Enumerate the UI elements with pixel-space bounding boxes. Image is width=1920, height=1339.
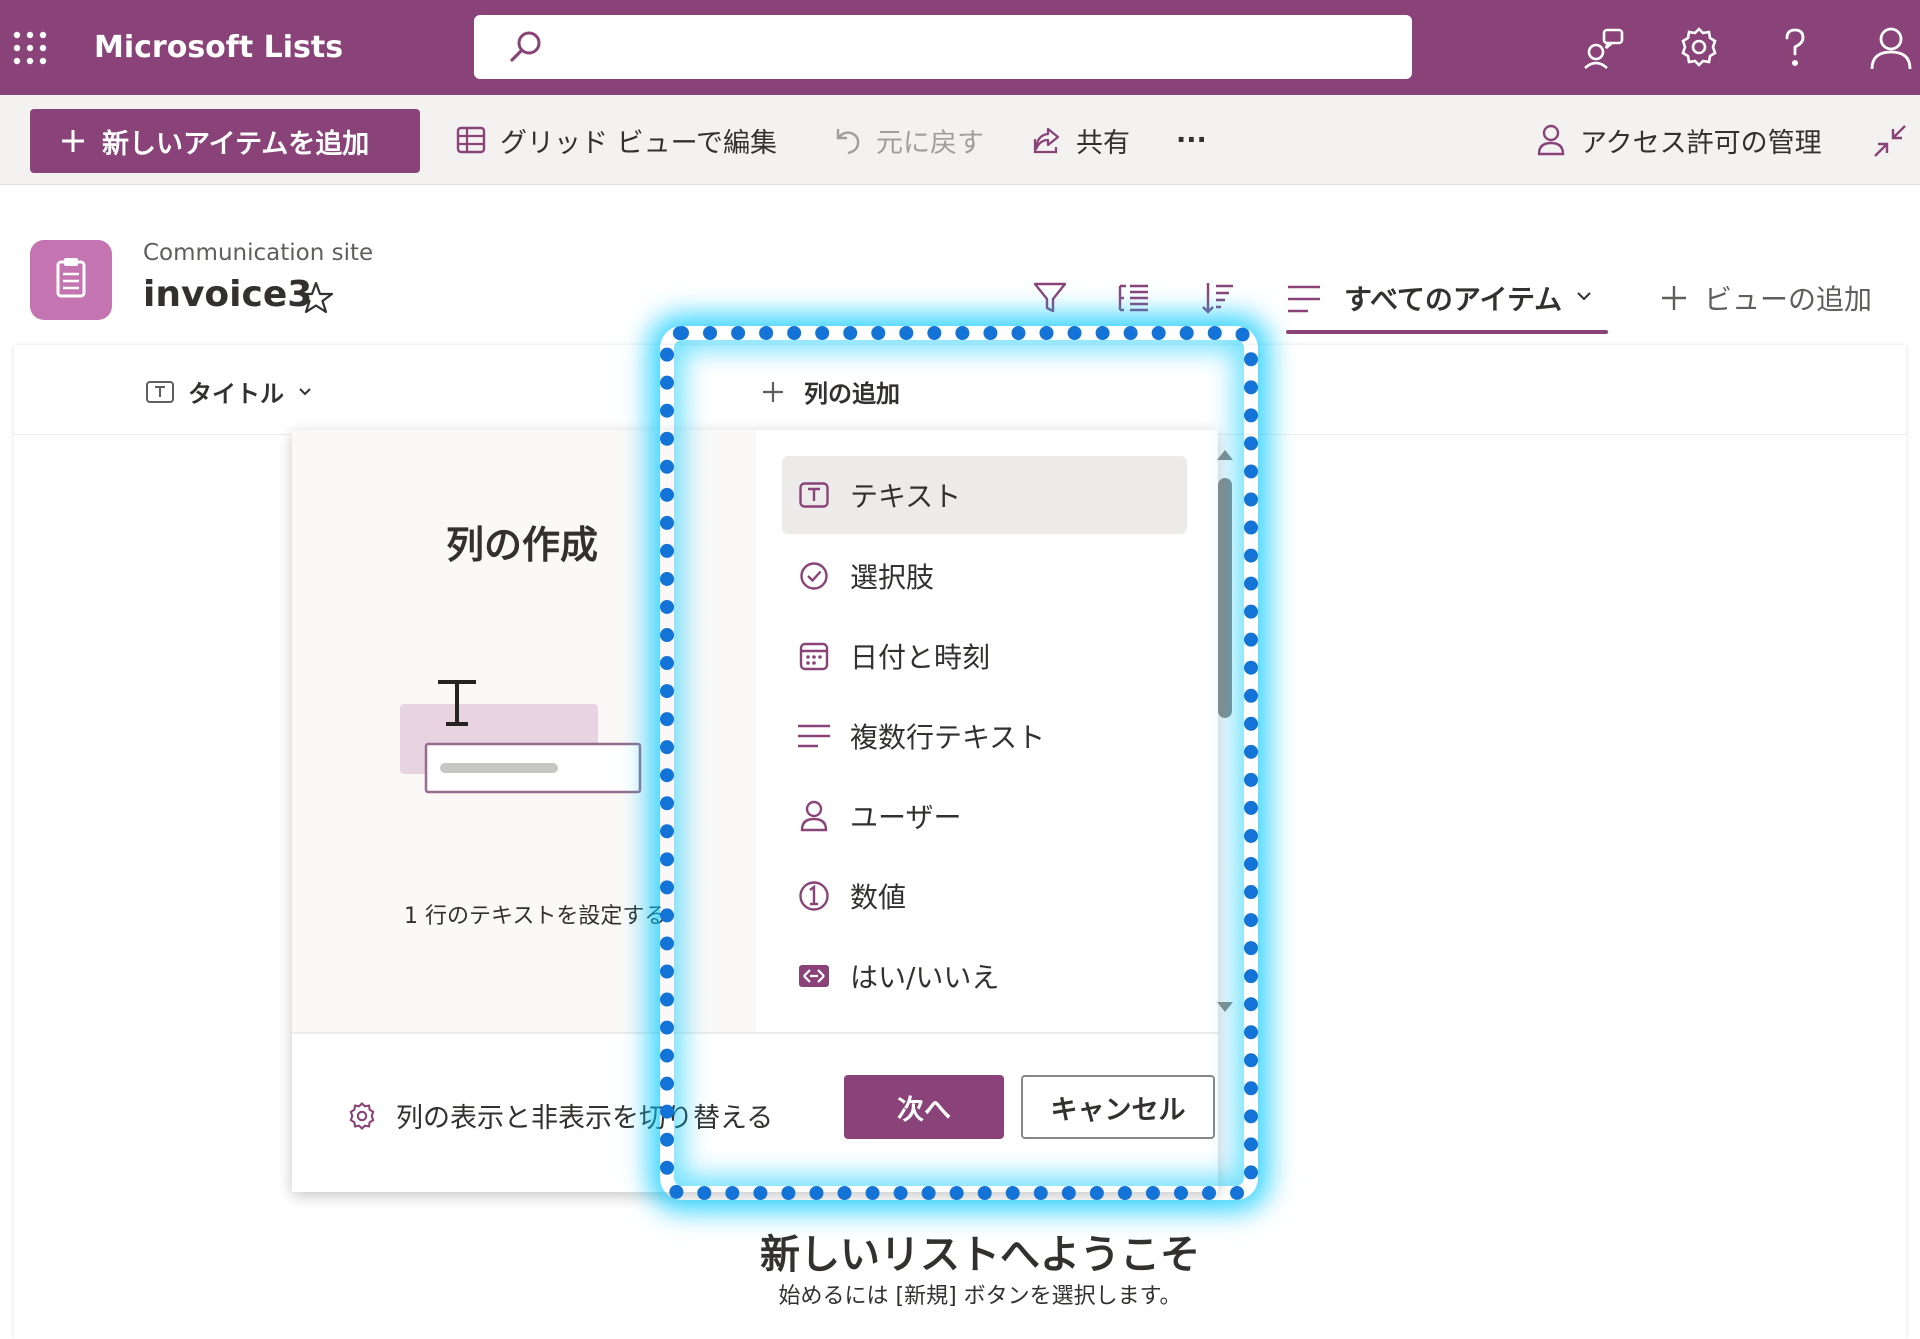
app-title[interactable]: Microsoft Lists <box>94 24 343 72</box>
title-column-label: タイトル <box>188 380 284 408</box>
command-bar: 新しいアイテムを追加 グリッド ビューで編集 元に戻す 共有 ··· アクセス許… <box>0 95 1920 185</box>
column-type-yes-no[interactable]: はい/いいえ <box>782 937 1187 1015</box>
grid-icon <box>456 126 486 154</box>
toggle-columns-link[interactable]: 列の表示と非表示を切り替える <box>346 1096 773 1135</box>
filter-icon[interactable] <box>1032 280 1068 316</box>
text-box-icon <box>146 380 174 403</box>
add-view-button[interactable]: ビューの追加 <box>1660 278 1872 318</box>
app-launcher-icon[interactable] <box>12 30 48 66</box>
calendar-icon <box>796 638 832 674</box>
plus-icon <box>62 130 84 152</box>
toggle-icon <box>796 958 832 994</box>
column-type-label: はい/いいえ <box>850 961 1000 994</box>
person-icon <box>796 798 832 834</box>
grid-edit-label: グリッド ビューで編集 <box>500 127 777 159</box>
new-item-button[interactable]: 新しいアイテムを追加 <box>30 109 420 173</box>
suite-bar: Microsoft Lists <box>0 0 1920 95</box>
dialog-footer-divider <box>292 1032 1218 1034</box>
person-icon <box>1537 124 1565 156</box>
favorite-star-icon[interactable] <box>298 280 334 316</box>
grid-edit-button[interactable]: グリッド ビューで編集 <box>456 115 777 165</box>
list-title: invoice3 <box>143 274 313 315</box>
chevron-down-icon <box>299 387 311 395</box>
manage-access-label: アクセス許可の管理 <box>1580 127 1822 159</box>
text-column-illustration <box>396 672 646 802</box>
search-icon <box>508 29 544 65</box>
share-icon <box>1033 127 1060 154</box>
column-type-label: 日付と時刻 <box>850 641 991 674</box>
search-box[interactable] <box>474 15 1412 79</box>
column-type-label: 選択肢 <box>850 561 935 594</box>
collapse-icon[interactable] <box>1872 123 1908 159</box>
search-input[interactable] <box>554 25 1394 69</box>
column-type-text[interactable]: テキスト <box>782 456 1187 534</box>
column-type-person[interactable]: ユーザー <box>782 777 1187 855</box>
account-person-icon[interactable] <box>1868 24 1914 70</box>
number-circle-icon <box>796 878 832 914</box>
add-column-label: 列の追加 <box>804 380 900 408</box>
add-view-label: ビューの追加 <box>1704 283 1873 316</box>
feedback-icon[interactable] <box>1580 24 1626 70</box>
add-column-button[interactable]: 列の追加 <box>762 374 900 409</box>
undo-button[interactable]: 元に戻す <box>832 115 984 165</box>
new-item-label: 新しいアイテムを追加 <box>102 128 370 160</box>
column-type-label: ユーザー <box>850 801 962 834</box>
chevron-down-icon <box>1577 292 1591 301</box>
column-type-datetime[interactable]: 日付と時刻 <box>782 617 1187 695</box>
active-view-indicator <box>1286 330 1608 334</box>
toggle-columns-label: 列の表示と非表示を切り替える <box>396 1103 774 1134</box>
plus-icon <box>763 381 783 402</box>
help-icon[interactable] <box>1772 24 1818 70</box>
title-column-header[interactable]: タイトル <box>146 374 312 409</box>
dialog-title: 列の作成 <box>446 523 599 567</box>
cancel-button[interactable]: キャンセル <box>1021 1075 1215 1139</box>
column-type-label: 複数行テキスト <box>850 721 1046 754</box>
column-type-label: テキスト <box>850 480 962 513</box>
next-button[interactable]: 次へ <box>844 1075 1004 1139</box>
list-icon <box>30 240 112 320</box>
welcome-title: 新しいリストへようこそ <box>760 1232 1200 1278</box>
more-icon: ··· <box>1176 124 1207 156</box>
column-type-choice[interactable]: 選択肢 <box>782 537 1187 615</box>
sort-icon[interactable] <box>1200 280 1236 316</box>
multiline-text-icon <box>796 718 832 754</box>
column-type-number[interactable]: 数値 <box>782 857 1187 935</box>
dialog-description: 1 行のテキストを設定する <box>404 904 667 929</box>
settings-gear-icon[interactable] <box>1676 24 1722 70</box>
scrollbar-thumb[interactable] <box>1218 478 1232 718</box>
lines-icon <box>1288 285 1320 313</box>
view-name: すべてのアイテム <box>1344 283 1563 316</box>
check-circle-icon <box>796 558 832 594</box>
settings-gear-icon <box>349 1101 375 1130</box>
site-name[interactable]: Communication site <box>143 240 373 266</box>
column-type-multiline-text[interactable]: 複数行テキスト <box>782 697 1187 775</box>
more-options-button[interactable]: ··· <box>1176 115 1207 165</box>
share-button[interactable]: 共有 <box>1032 115 1130 165</box>
group-by-icon[interactable] <box>1116 280 1152 316</box>
manage-access-button[interactable]: アクセス許可の管理 <box>1536 115 1822 165</box>
view-selector-tab[interactable]: すべてのアイテム <box>1260 254 1636 342</box>
share-label: 共有 <box>1076 127 1130 159</box>
plus-icon <box>1662 286 1686 310</box>
undo-icon <box>836 129 860 155</box>
column-type-label: 数値 <box>850 881 907 914</box>
welcome-subtitle: 始めるには [新規] ボタンを選択します。 <box>778 1284 1182 1309</box>
undo-label: 元に戻す <box>876 127 984 159</box>
text-box-icon <box>796 477 832 513</box>
